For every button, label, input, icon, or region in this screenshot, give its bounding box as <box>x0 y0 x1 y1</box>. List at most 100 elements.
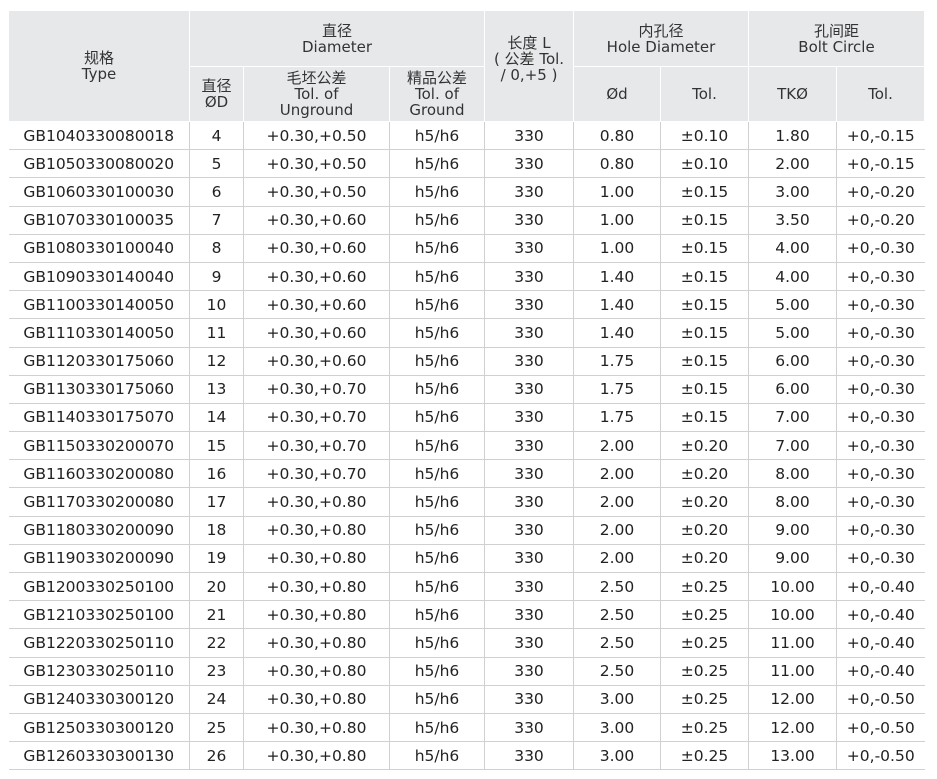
cell-type: GB1260330300130 <box>8 741 190 771</box>
table-row: GB1180330200090 18 +0.30,+0.80 h5/h6 330 2.00… <box>8 516 925 545</box>
cell-length: 330 <box>484 375 574 404</box>
cell-ground-tol: h5/h6 <box>389 347 485 376</box>
header-type: 规格 Type <box>8 10 190 122</box>
cell-hole-od: 1.75 <box>573 375 661 404</box>
table-row: GB1260330300130 26 +0.30,+0.80 h5/h6 330 3.00… <box>8 741 925 771</box>
cell-od: 22 <box>189 628 244 658</box>
cell-unground-tol: +0.30,+0.80 <box>243 600 390 630</box>
cell-bolt-tol: +0,-0.30 <box>836 487 925 517</box>
cell-hole-tol: ±0.20 <box>660 459 749 489</box>
spec-table: 规格 Type 直径 Diameter 长度 L ( 公差 Tol. / 0,+… <box>8 10 925 771</box>
cell-length: 330 <box>484 234 574 263</box>
cell-tk: 3.50 <box>748 206 837 235</box>
cell-hole-od: 1.40 <box>573 262 661 292</box>
cell-tk: 10.00 <box>748 572 837 602</box>
cell-type: GB1220330250110 <box>8 628 190 658</box>
cell-tk: 6.00 <box>748 347 837 376</box>
cell-hole-od: 0.80 <box>573 149 661 179</box>
cell-hole-od: 2.00 <box>573 459 661 489</box>
cell-tk: 13.00 <box>748 741 837 771</box>
cell-unground-tol: +0.30,+0.50 <box>243 120 390 151</box>
cell-bolt-tol: +0,-0.40 <box>836 600 925 630</box>
cell-hole-tol: ±0.15 <box>660 318 749 348</box>
cell-type: GB1070330100035 <box>8 206 190 235</box>
cell-length: 330 <box>484 572 574 602</box>
cell-bolt-tol: +0,-0.50 <box>836 741 925 771</box>
cell-od: 5 <box>189 149 244 179</box>
cell-bolt-tol: +0,-0.30 <box>836 544 925 574</box>
cell-tk: 4.00 <box>748 234 837 263</box>
cell-bolt-tol: +0,-0.30 <box>836 347 925 376</box>
cell-tk: 9.00 <box>748 516 837 545</box>
cell-ground-tol: h5/h6 <box>389 177 485 207</box>
cell-length: 330 <box>484 347 574 376</box>
table-row: GB1200330250100 20 +0.30,+0.80 h5/h6 330 2.50… <box>8 572 925 602</box>
cell-type: GB1200330250100 <box>8 572 190 602</box>
cell-bolt-tol: +0,-0.30 <box>836 290 925 320</box>
cell-type: GB1180330200090 <box>8 516 190 545</box>
header-bolt-tol: Tol. <box>836 66 925 122</box>
table-row: GB1110330140050 11 +0.30,+0.60 h5/h6 330 1.40… <box>8 318 925 348</box>
cell-ground-tol: h5/h6 <box>389 318 485 348</box>
cell-hole-tol: ±0.10 <box>660 149 749 179</box>
cell-hole-tol: ±0.25 <box>660 600 749 630</box>
cell-bolt-tol: +0,-0.15 <box>836 149 925 179</box>
cell-type: GB1210330250100 <box>8 600 190 630</box>
table-row: GB1190330200090 19 +0.30,+0.80 h5/h6 330 2.00… <box>8 544 925 574</box>
cell-length: 330 <box>484 741 574 771</box>
cell-hole-od: 3.00 <box>573 713 661 743</box>
cell-hole-od: 2.00 <box>573 431 661 461</box>
cell-ground-tol: h5/h6 <box>389 149 485 179</box>
header-hole-tol: Tol. <box>660 66 749 122</box>
header-diameter: 直径 Diameter <box>189 10 485 67</box>
table-row: GB1090330140040 9 +0.30,+0.60 h5/h6 330 1.40 ±… <box>8 262 925 292</box>
cell-ground-tol: h5/h6 <box>389 657 485 686</box>
table-row: GB1230330250110 23 +0.30,+0.80 h5/h6 330 2.50… <box>8 657 925 686</box>
cell-hole-tol: ±0.15 <box>660 177 749 207</box>
cell-ground-tol: h5/h6 <box>389 431 485 461</box>
cell-ground-tol: h5/h6 <box>389 544 485 574</box>
cell-tk: 11.00 <box>748 657 837 686</box>
cell-hole-od: 2.50 <box>573 628 661 658</box>
cell-unground-tol: +0.30,+0.50 <box>243 149 390 179</box>
cell-unground-tol: +0.30,+0.80 <box>243 516 390 545</box>
cell-hole-od: 1.00 <box>573 177 661 207</box>
cell-od: 15 <box>189 431 244 461</box>
cell-type: GB1230330250110 <box>8 657 190 686</box>
table-row: GB1240330300120 24 +0.30,+0.80 h5/h6 330 3.00… <box>8 685 925 714</box>
cell-type: GB1090330140040 <box>8 262 190 292</box>
cell-unground-tol: +0.30,+0.80 <box>243 572 390 602</box>
cell-bolt-tol: +0,-0.40 <box>836 572 925 602</box>
cell-od: 13 <box>189 375 244 404</box>
cell-tk: 5.00 <box>748 318 837 348</box>
cell-ground-tol: h5/h6 <box>389 741 485 771</box>
table-row: GB1120330175060 12 +0.30,+0.60 h5/h6 330 1.75… <box>8 347 925 376</box>
cell-od: 6 <box>189 177 244 207</box>
cell-unground-tol: +0.30,+0.50 <box>243 177 390 207</box>
cell-hole-od: 1.75 <box>573 403 661 433</box>
cell-hole-tol: ±0.15 <box>660 375 749 404</box>
cell-length: 330 <box>484 120 574 151</box>
cell-bolt-tol: +0,-0.30 <box>836 403 925 433</box>
cell-bolt-tol: +0,-0.30 <box>836 375 925 404</box>
cell-hole-od: 1.75 <box>573 347 661 376</box>
cell-ground-tol: h5/h6 <box>389 572 485 602</box>
cell-od: 8 <box>189 234 244 263</box>
cell-length: 330 <box>484 459 574 489</box>
cell-ground-tol: h5/h6 <box>389 375 485 404</box>
cell-unground-tol: +0.30,+0.70 <box>243 403 390 433</box>
cell-hole-od: 3.00 <box>573 685 661 714</box>
cell-ground-tol: h5/h6 <box>389 290 485 320</box>
cell-od: 7 <box>189 206 244 235</box>
cell-ground-tol: h5/h6 <box>389 713 485 743</box>
cell-hole-tol: ±0.15 <box>660 262 749 292</box>
cell-unground-tol: +0.30,+0.60 <box>243 234 390 263</box>
cell-od: 24 <box>189 685 244 714</box>
cell-tk: 7.00 <box>748 403 837 433</box>
cell-ground-tol: h5/h6 <box>389 234 485 263</box>
header-ground-tol: 精品公差 Tol. of Ground <box>389 66 485 122</box>
cell-length: 330 <box>484 290 574 320</box>
header-hole-od: Ød <box>573 66 661 122</box>
cell-hole-od: 3.00 <box>573 741 661 771</box>
cell-hole-tol: ±0.20 <box>660 431 749 461</box>
